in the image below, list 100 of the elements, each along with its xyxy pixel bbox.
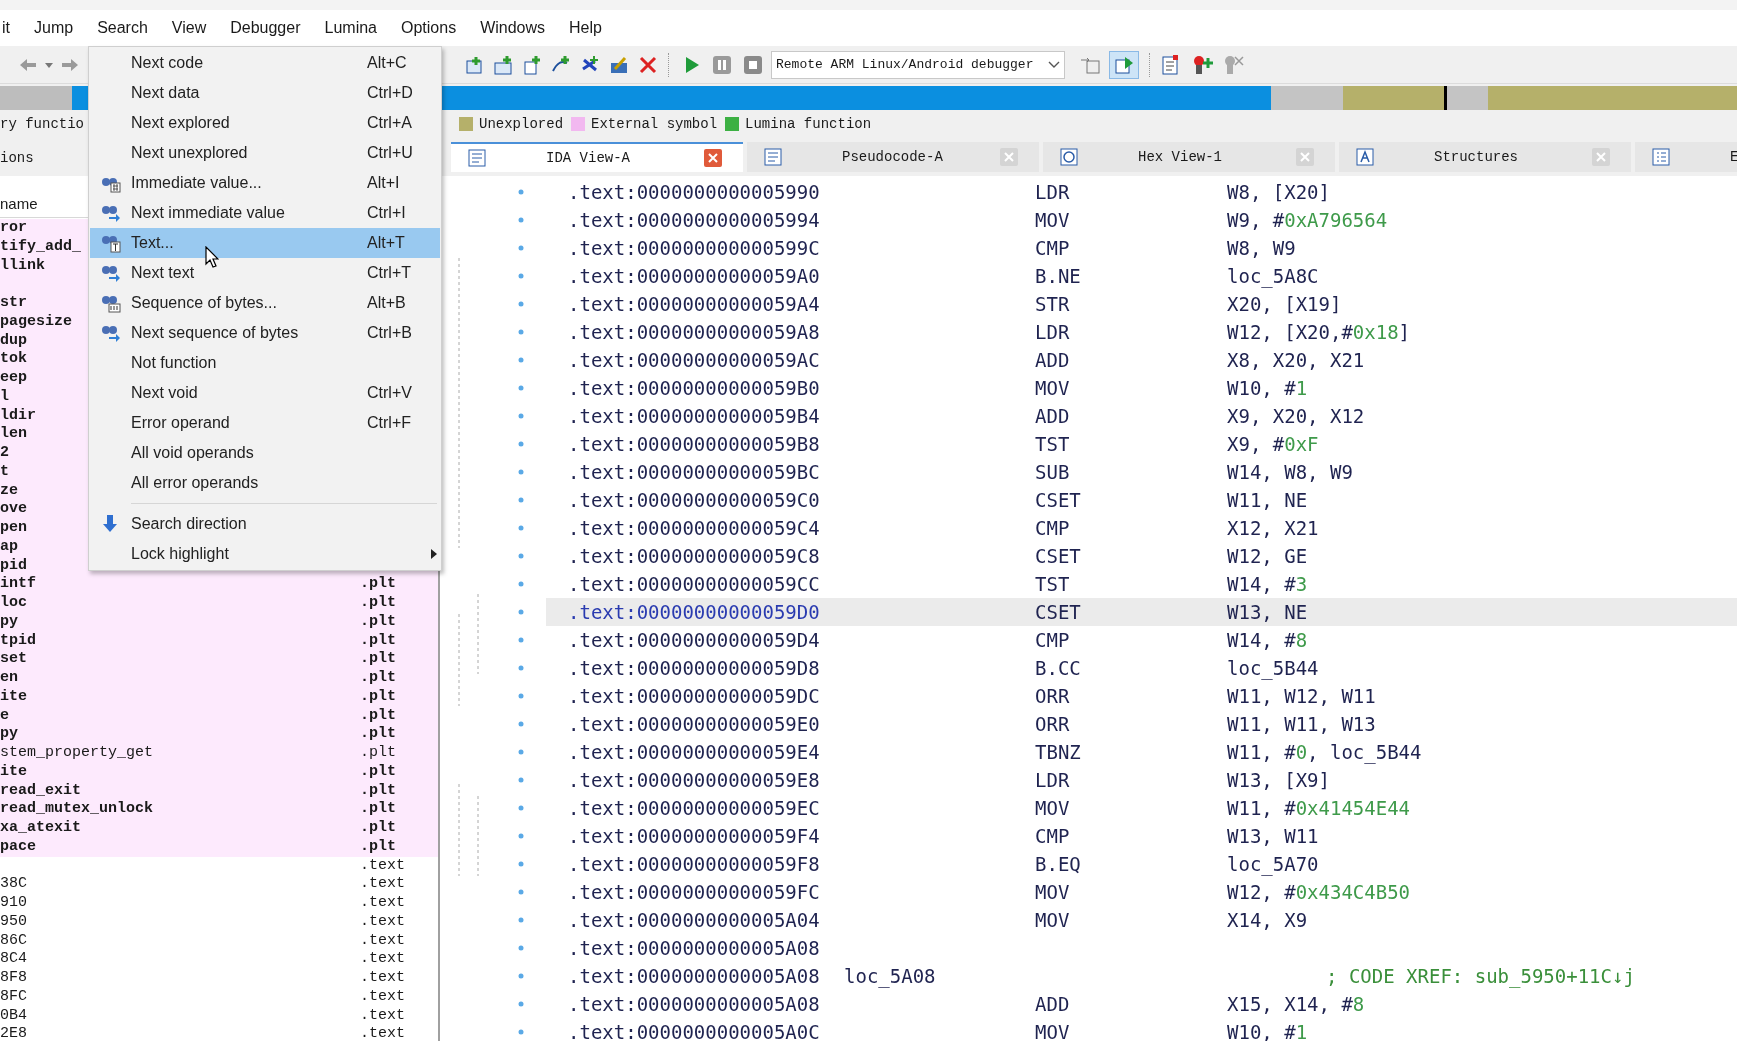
function-name[interactable]: ze [0, 481, 18, 499]
menu-item[interactable]: Immediate value... Alt+I [90, 168, 440, 198]
listing-row[interactable]: .text:0000000000005A04 MOV X14, X9 [546, 906, 1737, 934]
menu-item[interactable]: Options [399, 16, 459, 40]
listing-row[interactable]: .text:00000000000059EC MOV W11, #0x41454E44 [546, 794, 1737, 822]
menu-item[interactable]: Next explored Ctrl+A [90, 108, 440, 138]
listing-row[interactable]: .text:00000000000059A0 B.NE loc_5A8C [546, 262, 1737, 290]
add-code-icon[interactable] [464, 54, 484, 75]
function-name[interactable]: tpid [0, 631, 36, 649]
menu-item[interactable]: Next void Ctrl+V [90, 378, 440, 408]
menu-item[interactable]: Next unexplored Ctrl+U [90, 138, 440, 168]
listing-row[interactable]: .text:00000000000059E0 ORR W11, W11, W13 [546, 710, 1737, 738]
listing-row[interactable]: .text:00000000000059B8 TST X9, #0xF [546, 430, 1737, 458]
function-name[interactable]: 86C [0, 931, 27, 949]
menu-item[interactable]: Windows [478, 16, 548, 40]
listing-row[interactable]: .text:00000000000059A8 LDR W12, [X20,#0x18] [546, 318, 1737, 346]
letter-window-icon[interactable] [1355, 147, 1375, 167]
function-name[interactable]: py [0, 725, 18, 743]
function-name[interactable]: 2 [0, 444, 9, 461]
function-name[interactable]: ove [0, 500, 27, 518]
function-name[interactable]: 38C [0, 875, 27, 893]
function-name[interactable]: pid [0, 556, 27, 574]
add-text-icon[interactable] [522, 54, 542, 75]
listing-row[interactable]: .text:00000000000059FC MOV W12, #0x434C4B50 [546, 878, 1737, 906]
listing-row[interactable]: .text:00000000000059C0 CSET W11, NE [546, 486, 1737, 514]
listing-row[interactable]: .text:00000000000059C8 CSET W12, GE [546, 542, 1737, 570]
function-name[interactable]: str [0, 294, 27, 311]
function-name[interactable]: 8C4 [0, 950, 27, 968]
view-tab[interactable]: E [1635, 142, 1737, 172]
function-row[interactable]: stem_property_get .plt [0, 744, 438, 763]
breakpoint-add-icon[interactable] [1191, 53, 1213, 76]
listing-row[interactable]: .text:0000000000005A08 [546, 934, 1737, 962]
listing-row[interactable]: .text:00000000000059DC ORR W11, W12, W11 [546, 682, 1737, 710]
function-name[interactable]: intf [0, 575, 36, 593]
listing-row[interactable]: .text:00000000000059D0 CSET W13, NE [546, 598, 1737, 626]
listing-row[interactable]: .text:00000000000059B4 ADD X9, X20, X12 [546, 402, 1737, 430]
submenu-arrow-icon[interactable] [431, 549, 437, 559]
function-name[interactable]: stem_property_get [0, 744, 154, 761]
function-name[interactable]: dup [0, 331, 27, 349]
function-name[interactable]: l [0, 387, 9, 405]
function-name[interactable]: pace [0, 837, 36, 855]
menu-item[interactable]: Lumina [322, 16, 379, 40]
listing-row[interactable]: .text:0000000000005A0C MOV W10, #1 [546, 1018, 1737, 1041]
listing-row[interactable]: .text:0000000000005A08 loc_5A08 ; CODE XREF: sub_5950+11C↓j [546, 962, 1737, 990]
function-name[interactable]: 8F8 [0, 969, 27, 986]
function-name[interactable]: len [0, 425, 27, 443]
function-name[interactable]: en [0, 669, 18, 686]
forward-arrow-icon[interactable] [60, 56, 80, 73]
function-name[interactable]: tify_add_ [0, 237, 81, 255]
function-name[interactable]: ror [0, 219, 27, 236]
menu-item[interactable]: Jump [32, 16, 76, 40]
function-name[interactable]: llink [0, 256, 45, 274]
breakpoint-delete-icon[interactable] [1222, 53, 1244, 76]
function-name[interactable]: set [0, 650, 27, 668]
listing-row[interactable]: .text:00000000000059A4 STR X20, [X19] [546, 290, 1737, 318]
pause-icon[interactable] [712, 54, 732, 75]
listing-row[interactable]: .text:00000000000059D8 B.CC loc_5B44 [546, 654, 1737, 682]
close-icon[interactable] [704, 149, 722, 167]
view-tab[interactable]: Structures [1339, 142, 1631, 172]
back-arrow-icon[interactable] [18, 56, 38, 73]
listing-row[interactable]: .text:000000000000599C CMP W8, W9 [546, 234, 1737, 262]
function-row[interactable]: set .plt [0, 650, 438, 669]
play-icon[interactable] [683, 54, 701, 75]
menu-item[interactable]: All void operands [90, 438, 440, 468]
listing-row[interactable]: .text:0000000000005A08 ADD X15, X14, #8 [546, 990, 1737, 1018]
listing-row[interactable]: .text:00000000000059CC TST W14, #3 [546, 570, 1737, 598]
listing-row[interactable]: .text:00000000000059F8 B.EQ loc_5A70 [546, 850, 1737, 878]
view-tab[interactable]: Pseudocode-A [747, 142, 1039, 172]
circle-window-icon[interactable] [1059, 147, 1079, 167]
function-name[interactable]: tok [0, 350, 27, 368]
function-name[interactable]: eep [0, 369, 27, 386]
view-tab[interactable]: Hex View-1 [1043, 142, 1335, 172]
listing-row[interactable]: .text:00000000000059D4 CMP W14, #8 [546, 626, 1737, 654]
menu-item[interactable]: Next sequence of bytes Ctrl+B [90, 318, 440, 348]
menu-item[interactable]: Next text Ctrl+T [90, 258, 440, 288]
listing-row[interactable]: .text:00000000000059C4 CMP X12, X21 [546, 514, 1737, 542]
menu-item[interactable]: Not function [90, 348, 440, 378]
menu-item[interactable]: View [169, 16, 209, 40]
listing-row[interactable]: .text:00000000000059BC SUB W14, W8, W9 [546, 458, 1737, 486]
function-name[interactable]: xa_atexit [0, 819, 81, 836]
listing-row[interactable]: .text:0000000000005990 LDR W8, [X20] [546, 178, 1737, 206]
caret-icon[interactable] [1048, 60, 1060, 69]
function-name[interactable]: t [0, 462, 9, 480]
function-name[interactable]: pen [0, 519, 27, 536]
list-window-icon[interactable] [1651, 147, 1671, 167]
column-header[interactable]: name [0, 193, 38, 216]
listing-row[interactable]: .text:00000000000059AC ADD X8, X20, X21 [546, 346, 1737, 374]
view-tab[interactable]: IDA View-A [451, 142, 743, 172]
add-data-icon[interactable] [493, 54, 513, 75]
menu-item[interactable]: Next code Alt+C [90, 48, 440, 78]
function-name[interactable]: e [0, 706, 9, 724]
function-name[interactable]: 2E8 [0, 1025, 27, 1041]
function-name[interactable]: ap [0, 537, 18, 555]
function-row[interactable]: read_mutex_unlock .plt [0, 800, 438, 819]
stop-icon[interactable] [743, 54, 763, 75]
menu-item[interactable]: Help [567, 16, 604, 40]
function-row[interactable]: xa_atexit .plt [0, 819, 438, 838]
function-row[interactable]: en .plt [0, 669, 438, 688]
function-row[interactable]: intf .plt [0, 575, 438, 594]
function-name[interactable]: py [0, 612, 18, 630]
